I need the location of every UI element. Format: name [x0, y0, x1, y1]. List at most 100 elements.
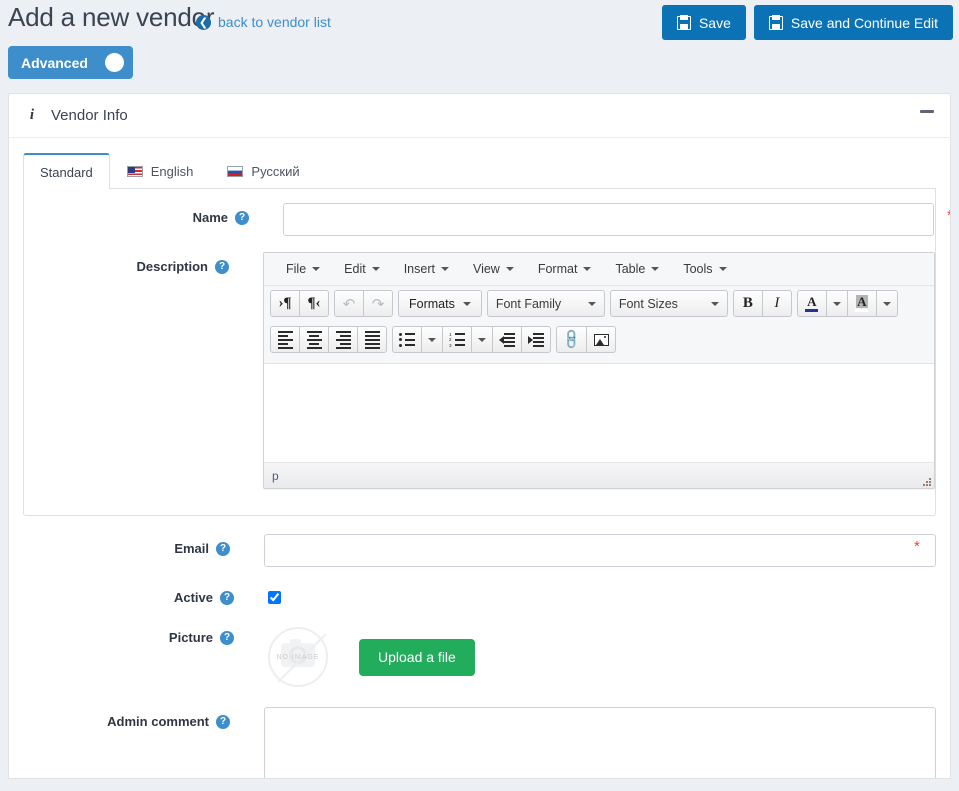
admin-comment-control	[230, 707, 936, 779]
question-circle-icon[interactable]: ?	[235, 211, 249, 225]
name-label: Name	[193, 210, 228, 225]
font-sizes-select[interactable]: Font Sizes	[610, 290, 728, 317]
editor-element-path[interactable]: p	[272, 469, 279, 483]
numbered-list-dropdown[interactable]	[471, 326, 493, 353]
tab-russian[interactable]: Русский	[210, 153, 316, 189]
chevron-down-icon	[583, 267, 591, 271]
active-checkbox[interactable]	[268, 591, 281, 604]
tab-english[interactable]: English	[110, 153, 211, 189]
editor-menu-format[interactable]: Format	[526, 258, 604, 281]
tab-standard[interactable]: Standard	[23, 153, 110, 189]
question-circle-icon[interactable]: ?	[216, 542, 230, 556]
active-label: Active	[174, 590, 213, 605]
link-icon[interactable]: 🔗	[556, 326, 587, 353]
picture-control: NO IMAGE Upload a file	[234, 623, 936, 687]
email-required-marker: *	[914, 538, 920, 555]
ltr-icon[interactable]: ›¶	[270, 290, 300, 317]
formats-select[interactable]: Formats	[398, 290, 482, 317]
advanced-toggle-bar: Advanced	[0, 46, 959, 93]
save-button[interactable]: Save	[662, 5, 746, 40]
background-color-icon[interactable]: A	[847, 290, 877, 317]
chevron-down-icon	[833, 302, 841, 306]
align-justify-icon[interactable]	[357, 326, 387, 353]
redo-icon[interactable]: ↷	[363, 290, 393, 317]
chevron-down-icon	[441, 267, 449, 271]
menu-format-label: Format	[538, 262, 578, 276]
chevron-down-icon	[588, 302, 596, 306]
font-family-group: Font Family	[487, 290, 605, 317]
outdent-icon[interactable]	[492, 326, 522, 353]
save-button-label: Save	[699, 15, 731, 31]
editor-content-area[interactable]	[264, 364, 934, 462]
admin-comment-label-wrap: Admin comment ?	[9, 707, 230, 729]
font-size-group: Font Sizes	[610, 290, 728, 317]
name-required-marker: *	[947, 207, 951, 224]
editor-menu-view[interactable]: View	[461, 258, 526, 281]
editor-menu-insert[interactable]: Insert	[392, 258, 461, 281]
background-color-dropdown[interactable]	[876, 290, 898, 317]
question-circle-icon[interactable]: ?	[220, 591, 234, 605]
chevron-down-icon	[719, 267, 727, 271]
flag-us-icon	[127, 166, 143, 177]
panel-header: i Vendor Info	[9, 94, 950, 138]
chevron-down-icon	[883, 302, 891, 306]
insert-group: 🔗	[556, 326, 616, 353]
bullet-list-icon[interactable]	[392, 326, 422, 353]
admin-comment-label: Admin comment	[107, 714, 209, 729]
direction-group: ›¶ ¶‹	[270, 290, 329, 317]
image-icon[interactable]	[586, 326, 616, 353]
editor-menu-table[interactable]: Table	[603, 258, 671, 281]
text-color-icon[interactable]: A	[797, 290, 827, 317]
question-circle-icon[interactable]: ?	[215, 260, 229, 274]
chevron-down-icon	[428, 338, 436, 342]
editor-menu-tools[interactable]: Tools	[671, 258, 738, 281]
bold-icon[interactable]: B	[733, 290, 763, 317]
font-family-select[interactable]: Font Family	[487, 290, 605, 317]
back-to-vendor-list-link[interactable]: ❮ back to vendor list	[196, 14, 331, 30]
list-group: 1 2 3	[392, 326, 551, 353]
editor-menu-edit[interactable]: Edit	[332, 258, 392, 281]
text-style-group: B I	[733, 290, 792, 317]
resize-grip-icon[interactable]	[920, 475, 931, 486]
bullet-list-dropdown[interactable]	[421, 326, 443, 353]
bold-glyph: B	[743, 295, 753, 312]
toggle-knob[interactable]	[105, 53, 124, 72]
upload-a-file-button[interactable]: Upload a file	[359, 639, 475, 676]
menu-table-label: Table	[615, 262, 645, 276]
font-sizes-select-label: Font Sizes	[619, 297, 678, 311]
advanced-toggle[interactable]: Advanced	[8, 46, 133, 79]
email-input[interactable]	[264, 534, 936, 567]
tab-panel-standard: Name ? * Description ?	[23, 189, 936, 516]
tabstrip: Standard English Русский	[23, 152, 936, 189]
editor-menu-file[interactable]: File	[274, 258, 332, 281]
formats-group: Formats	[398, 290, 482, 317]
advanced-toggle-label: Advanced	[21, 55, 88, 71]
numbered-list-icon[interactable]: 1 2 3	[442, 326, 472, 353]
align-left-icon[interactable]	[270, 326, 300, 353]
rtl-icon[interactable]: ¶‹	[299, 290, 329, 317]
question-circle-icon[interactable]: ?	[220, 631, 234, 645]
text-color-dropdown[interactable]	[826, 290, 848, 317]
italic-icon[interactable]: I	[762, 290, 792, 317]
save-and-continue-edit-button[interactable]: Save and Continue Edit	[754, 5, 953, 40]
undo-icon[interactable]: ↶	[334, 290, 364, 317]
align-center-icon[interactable]	[299, 326, 329, 353]
page-title: Add a new vendor	[8, 2, 214, 33]
indent-icon[interactable]	[521, 326, 551, 353]
editor-toolbar-row-2: 1 2 3	[264, 322, 934, 364]
chevron-down-icon	[312, 267, 320, 271]
description-label: Description	[136, 259, 208, 274]
picture-label: Picture	[169, 630, 213, 645]
editor-toolbar-row-1: ›¶ ¶‹ ↶ ↷ Formats	[264, 286, 934, 322]
admin-comment-textarea[interactable]	[264, 707, 936, 779]
no-image-label: NO IMAGE	[276, 654, 319, 661]
flag-ru-icon	[227, 166, 243, 177]
field-row-description: Description ? File Edit	[24, 252, 935, 489]
floppy-disk-icon	[677, 16, 691, 30]
question-circle-icon[interactable]: ?	[216, 715, 230, 729]
minus-icon[interactable]	[920, 110, 934, 113]
chevron-down-icon	[506, 267, 514, 271]
chevron-down-icon	[711, 302, 719, 306]
align-right-icon[interactable]	[328, 326, 358, 353]
name-input[interactable]	[283, 203, 934, 236]
